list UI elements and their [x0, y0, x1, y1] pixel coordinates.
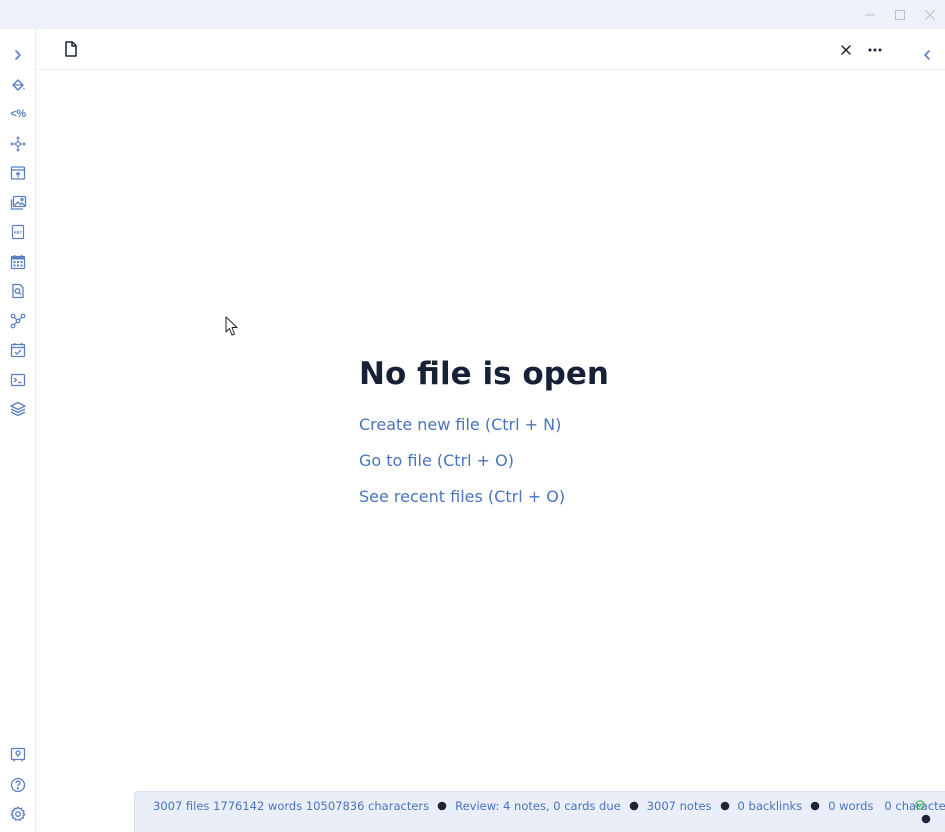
- calendar-check-icon[interactable]: [8, 340, 28, 360]
- notes-count[interactable]: 3007 notes: [647, 799, 712, 813]
- svg-text:ABC: ABC: [14, 230, 23, 235]
- upload-box-icon[interactable]: [8, 163, 28, 183]
- go-to-file-link[interactable]: Go to file (Ctrl + O): [359, 443, 759, 479]
- check-circle-icon[interactable]: [915, 800, 925, 810]
- review-status[interactable]: Review: 4 notes, 0 cards due: [455, 799, 621, 813]
- minimize-icon[interactable]: [855, 0, 885, 29]
- moon-icon: [629, 801, 639, 811]
- vault-stats: 3007 files 1776142 words 10507836 charac…: [153, 799, 430, 813]
- backlinks-count[interactable]: 0 backlinks: [738, 799, 803, 813]
- vault-icon[interactable]: [8, 745, 28, 765]
- moon-icon: [921, 814, 931, 824]
- paint-bucket-icon[interactable]: [8, 75, 28, 95]
- layers-icon[interactable]: [8, 399, 28, 419]
- images-icon[interactable]: [8, 193, 28, 213]
- moon-icon: [720, 801, 730, 811]
- status-bar-items: 3007 files 1776142 words 10507836 charac…: [153, 799, 945, 813]
- close-icon[interactable]: [915, 0, 945, 29]
- templater-label: <%: [10, 108, 26, 120]
- view-header: [36, 29, 945, 70]
- moon-icon: [810, 801, 820, 811]
- close-icon[interactable]: [835, 39, 857, 61]
- move-icon[interactable]: [8, 134, 28, 154]
- chevron-right-icon[interactable]: [8, 45, 28, 65]
- chevron-left-icon[interactable]: [916, 44, 938, 66]
- word-count: 0 words: [828, 799, 874, 813]
- mouse-cursor-icon: [225, 316, 238, 336]
- graph-icon[interactable]: [8, 311, 28, 331]
- more-horizontal-icon[interactable]: [864, 39, 886, 61]
- window-titlebar: [0, 0, 945, 29]
- moon-icon: [437, 801, 447, 811]
- create-new-file-link[interactable]: Create new file (Ctrl + N): [359, 407, 759, 443]
- maximize-icon[interactable]: [885, 0, 915, 29]
- file-icon[interactable]: [60, 38, 82, 60]
- terminal-icon[interactable]: [8, 370, 28, 390]
- see-recent-files-link[interactable]: See recent files (Ctrl + O): [359, 479, 759, 515]
- file-search-icon[interactable]: [8, 281, 28, 301]
- abc-box-icon[interactable]: ABC: [8, 222, 28, 242]
- help-icon[interactable]: [8, 775, 28, 795]
- status-bar: 3007 files 1776142 words 10507836 charac…: [134, 791, 945, 832]
- left-ribbon: <% ABC: [0, 29, 36, 832]
- percent-code-icon[interactable]: <%: [7, 104, 29, 124]
- empty-state: No file is open Create new file (Ctrl + …: [359, 352, 759, 515]
- gear-icon[interactable]: [8, 804, 28, 824]
- empty-state-actions: Create new file (Ctrl + N) Go to file (C…: [359, 407, 759, 515]
- calendar-icon[interactable]: [8, 252, 28, 272]
- empty-state-title: No file is open: [359, 356, 609, 392]
